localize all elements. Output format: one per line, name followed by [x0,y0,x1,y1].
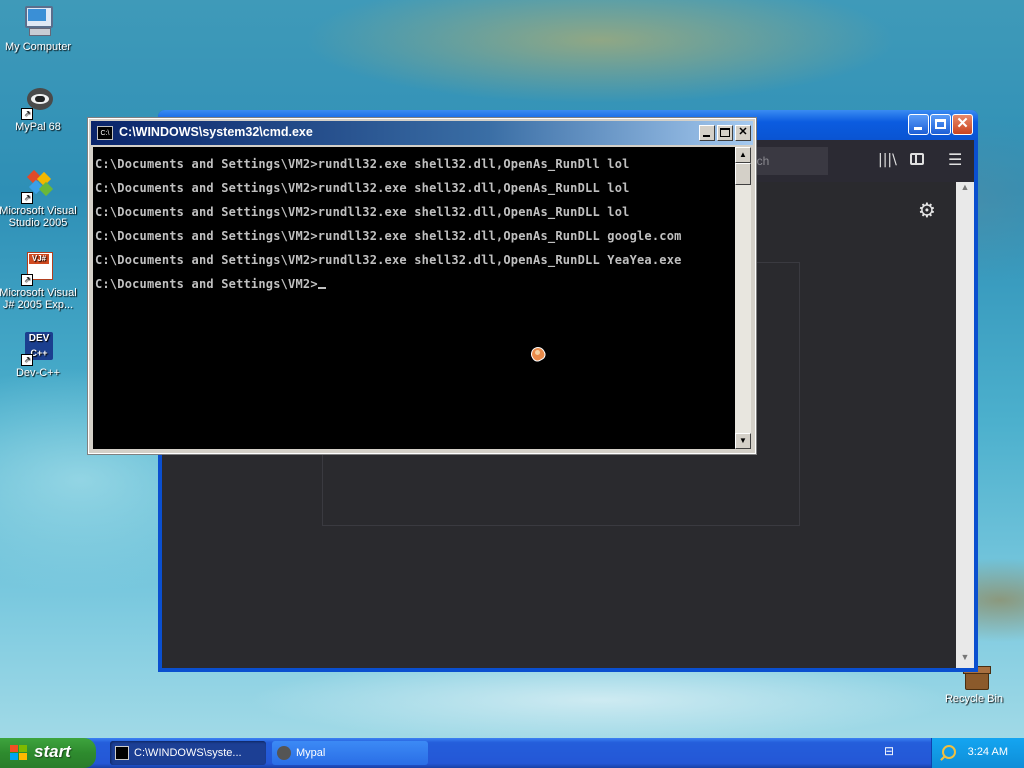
visual-studio-icon: ↗ [21,168,55,204]
language-bar-icon[interactable]: ⊟ [884,744,894,758]
close-icon: ✕ [956,115,969,132]
window-title: C:\WINDOWS\system32\cmd.exe [119,125,313,139]
desktop-icon-mypal[interactable]: ↗ MyPal 68 [0,84,80,133]
desktop-icon-label: My Computer [4,41,72,53]
desktop-icon-visual-studio[interactable]: ↗ Microsoft Visual Studio 2005 [0,168,80,229]
desktop-icon-label: MyPal 68 [15,121,61,133]
system-tray: 3:24 AM [931,738,1024,768]
cmd-title-bar[interactable]: C:\ C:\WINDOWS\system32\cmd.exe ✕ [91,121,753,145]
mypal-icon: ↗ [21,84,55,120]
taskbar: start C:\WINDOWS\syste... Mypal ⊟ 3:24 A… [0,738,1024,768]
desktop-icon-label: Microsoft Visual J# 2005 Exp... [0,287,77,311]
library-icon[interactable]: |||\ [878,152,897,168]
scroll-thumb[interactable] [735,163,751,185]
sidebar-icon[interactable] [910,153,924,165]
scroll-down-arrow-icon[interactable]: ▼ [956,652,974,668]
desktop-icon-my-computer[interactable]: My Computer [0,4,80,53]
console-line: C:\Documents and Settings\VM2>rundll32.e… [95,205,630,219]
text-cursor [317,287,326,289]
maximize-icon [720,128,730,137]
scroll-down-arrow-icon[interactable]: ▼ [735,433,751,449]
windows-logo-icon [10,745,28,761]
cmd-task-icon [115,746,129,760]
desktop-icon-label: Dev-C++ [15,367,61,379]
close-icon: ✕ [738,126,748,138]
taskbar-item-label: Mypal [296,747,326,759]
console-prompt: C:\Documents and Settings\VM2> [95,277,318,291]
devcpp-icon: DEV C++ ↗ [21,330,55,366]
clock[interactable]: 3:24 AM [968,746,1008,758]
console-output[interactable]: C:\Documents and Settings\VM2>rundll32.e… [93,147,735,449]
cmd-close-button[interactable]: ✕ [735,125,751,141]
console-line: C:\Documents and Settings\VM2>rundll32.e… [95,229,682,243]
maximize-icon [935,119,946,129]
console-line: C:\Documents and Settings\VM2>rundll32.e… [95,253,682,267]
taskbar-item-cmd[interactable]: C:\WINDOWS\syste... [110,741,266,765]
browser-maximize-button[interactable] [930,114,951,135]
mypal-task-icon [277,746,291,760]
menu-icon[interactable]: ☰ [948,150,962,169]
minimize-icon [703,135,710,137]
start-button[interactable]: start [0,738,96,768]
cmd-maximize-button[interactable] [717,125,733,141]
cmd-system-icon[interactable]: C:\ [97,126,113,140]
scroll-up-arrow-icon[interactable]: ▲ [956,182,974,198]
visual-jsharp-icon: VJ# ↗ [21,250,55,286]
desktop-icon-devcpp[interactable]: DEV C++ ↗ Dev-C++ [0,330,80,379]
start-label: start [34,742,71,761]
cmd-window[interactable]: C:\ C:\WINDOWS\system32\cmd.exe ✕ C:\Doc… [87,117,757,455]
desktop-icon-label: Recycle Bin [944,693,1004,705]
shell-cursor-icon [528,343,548,364]
taskbar-item-label: C:\WINDOWS\syste... [134,747,242,759]
console-line: C:\Documents and Settings\VM2>rundll32.e… [95,157,630,171]
minimize-icon [914,127,922,130]
console-prompt-line[interactable]: C:\Documents and Settings\VM2> [95,277,326,291]
cmd-scrollbar[interactable]: ▲ ▼ [735,147,751,449]
browser-close-button[interactable]: ✕ [952,114,973,135]
scroll-up-arrow-icon[interactable]: ▲ [735,147,751,163]
taskbar-item-mypal[interactable]: Mypal [272,741,428,765]
desktop-icon-label: Microsoft Visual Studio 2005 [0,205,77,229]
console-line: C:\Documents and Settings\VM2>rundll32.e… [95,181,630,195]
cmd-minimize-button[interactable] [699,125,715,141]
desktop-icon-visual-jsharp[interactable]: VJ# ↗ Microsoft Visual J# 2005 Exp... [0,250,80,311]
browser-minimize-button[interactable] [908,114,929,135]
browser-scrollbar[interactable]: ▲ ▼ [956,182,974,668]
my-computer-icon [21,4,55,38]
settings-gear-icon[interactable]: ⚙ [918,198,936,222]
